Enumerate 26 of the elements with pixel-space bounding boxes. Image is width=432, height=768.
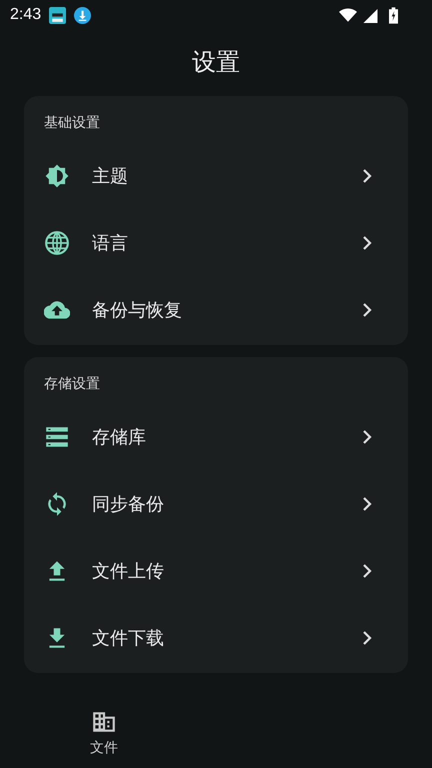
settings-item[interactable]: 语言 bbox=[24, 209, 408, 276]
chevron-icon bbox=[362, 630, 372, 646]
settings-item[interactable]: 存储库 bbox=[24, 403, 408, 470]
nav-item[interactable]: 文件 bbox=[90, 697, 118, 768]
page-title: 设置 bbox=[191, 47, 241, 78]
settings-item[interactable]: 文件上传 bbox=[24, 537, 408, 604]
chevron-icon bbox=[362, 562, 372, 578]
signal-icon bbox=[361, 8, 379, 22]
globe-icon bbox=[44, 230, 70, 256]
wifi-icon bbox=[339, 8, 357, 22]
battery-icon bbox=[389, 6, 398, 24]
section-header: 存储设置 bbox=[43, 375, 101, 394]
settings-item[interactable]: 备份与恢复 bbox=[24, 276, 408, 343]
download-notification-icon bbox=[74, 6, 92, 24]
chevron-icon bbox=[362, 168, 372, 184]
chevron-icon bbox=[362, 234, 372, 250]
status-time: 2:43 bbox=[10, 6, 42, 24]
chevron-icon bbox=[362, 496, 372, 512]
chevron-icon bbox=[362, 302, 372, 318]
app-notification-icon bbox=[49, 6, 66, 24]
section-header: 基础设置 bbox=[43, 114, 101, 133]
settings-item[interactable]: 主题 bbox=[24, 142, 408, 209]
settings-item[interactable]: 文件下载 bbox=[24, 604, 408, 671]
brightness-icon bbox=[44, 162, 70, 188]
chevron-icon bbox=[362, 428, 372, 444]
settings-item[interactable]: 同步备份 bbox=[24, 470, 408, 537]
